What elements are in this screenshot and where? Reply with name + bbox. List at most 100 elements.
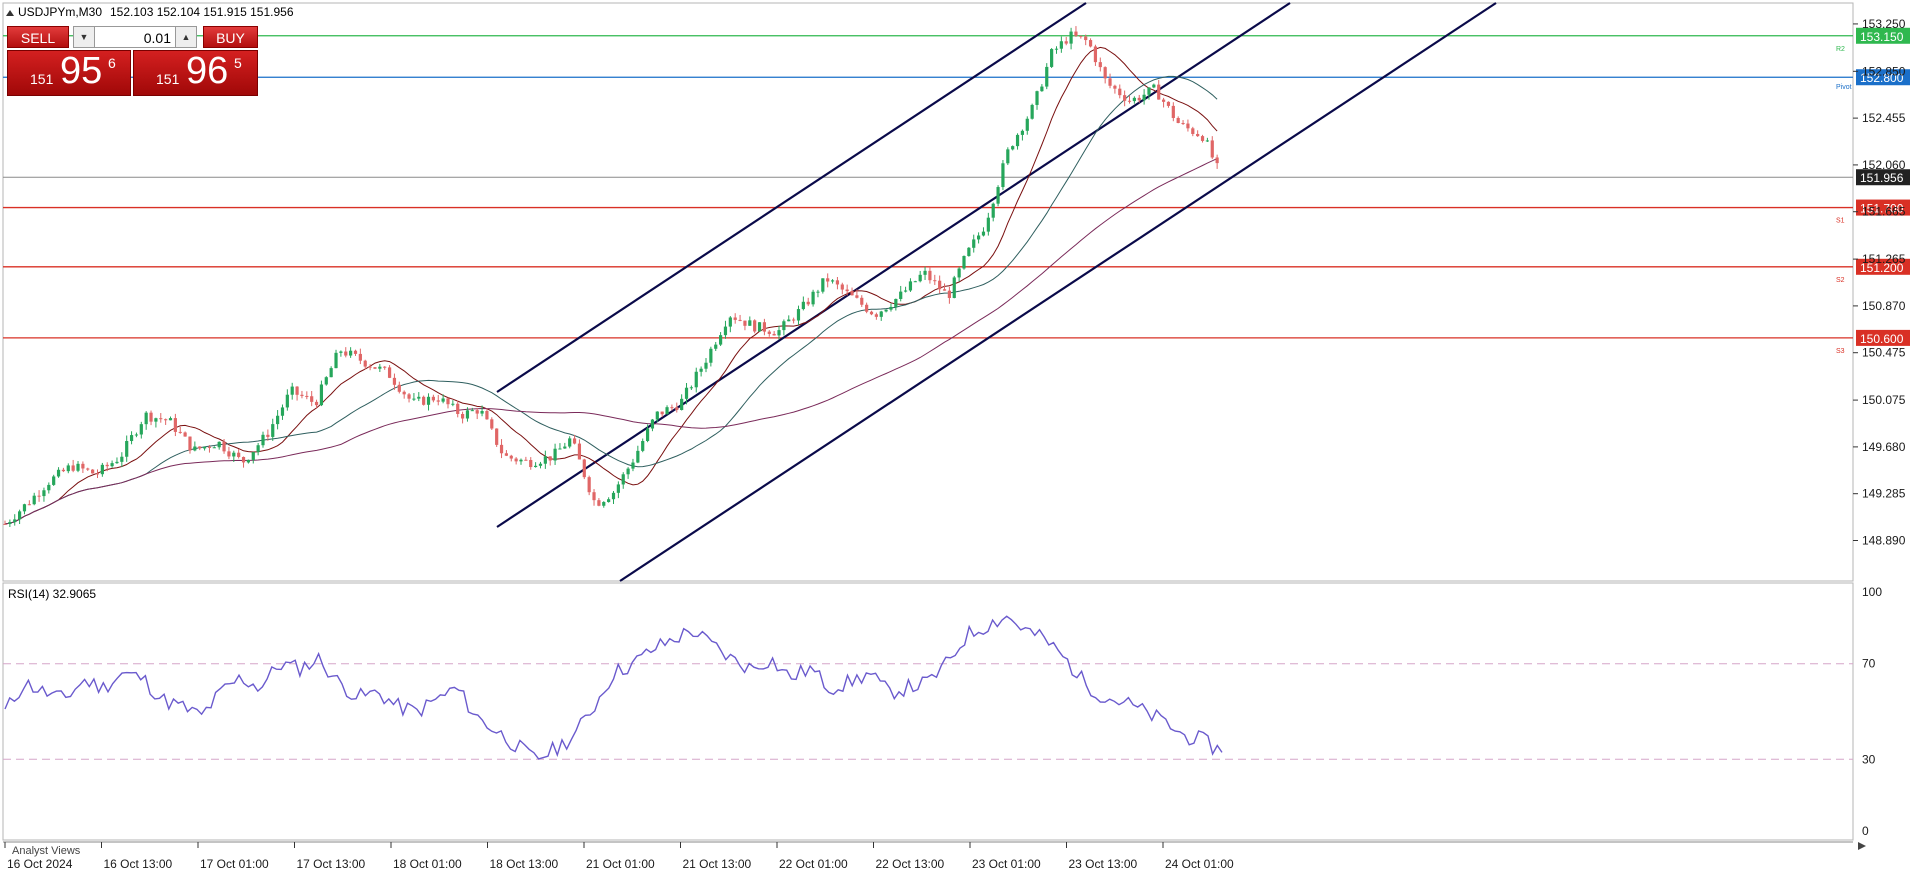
ohlc-label: 152.103 152.104 151.915 151.956 [110, 5, 294, 19]
candle-body [397, 384, 401, 392]
candle-body [383, 366, 387, 368]
candle-body [996, 187, 1000, 204]
candle-body [300, 394, 304, 396]
candle-body [1050, 49, 1054, 67]
candle-body [631, 462, 635, 469]
candle-body [8, 522, 12, 525]
level-name-s3: S3 [1836, 348, 1845, 355]
candle-body [1147, 87, 1151, 95]
candle-body [826, 278, 830, 282]
candle-body [942, 289, 947, 291]
time-axis: 16 Oct 2024 16 Oct 13:00 17 Oct 01:00 17 Oc… [4, 842, 1234, 871]
candle-body [378, 366, 382, 369]
candle-body [1186, 123, 1190, 129]
candle-body [801, 301, 805, 310]
candle-body [71, 465, 75, 471]
candle-body [134, 434, 139, 436]
time-tick-label: 24 Oct 01:00 [1165, 857, 1234, 871]
candle-body [645, 428, 650, 442]
candle-body [816, 291, 820, 293]
scroll-right-icon[interactable] [1858, 842, 1866, 850]
candle-body [869, 311, 874, 315]
candle-body [446, 398, 450, 405]
candle-body [422, 396, 426, 405]
time-tick-label: 22 Oct 13:00 [876, 857, 945, 871]
candle-body [392, 377, 397, 385]
candle-body [1035, 91, 1039, 105]
candle-body [884, 309, 888, 312]
buy-button[interactable]: BUY [203, 26, 258, 48]
candle-body [879, 311, 883, 317]
candle-body [222, 441, 226, 452]
lot-increase-button[interactable]: ▲ [175, 26, 197, 48]
candle-body [280, 407, 285, 416]
candle-body [1210, 140, 1214, 158]
candle-body [952, 277, 956, 298]
candle-body [324, 377, 328, 385]
one-click-trading-panel: SELL ▼ 0.01 ▲ BUY 151 95 6 151 96 5 [7, 26, 258, 96]
candle-body [1084, 36, 1088, 41]
candle-body [718, 335, 723, 345]
candle-body [704, 362, 708, 369]
candle-body [1020, 130, 1025, 135]
candle-body [387, 367, 392, 378]
buy-price-box[interactable]: 151 96 5 [133, 50, 258, 96]
candle-body [363, 360, 367, 367]
candle-body [465, 410, 470, 419]
candle-body [1215, 157, 1219, 164]
candle-body [1025, 118, 1029, 131]
candle-body [1166, 101, 1171, 106]
candle-body [86, 468, 90, 470]
candle-body [42, 490, 46, 497]
candle-body [558, 448, 562, 450]
candle-body [81, 463, 85, 469]
candle-body [743, 320, 747, 326]
candle-body [76, 463, 80, 471]
candle-body [339, 351, 343, 353]
candle-body [938, 280, 942, 290]
candle-body [1200, 136, 1205, 141]
candle-body [159, 418, 163, 420]
candle-body [1152, 84, 1156, 88]
candle-body [568, 438, 572, 447]
candle-body [198, 446, 202, 449]
rsi-tick-label: 0 [1862, 824, 1869, 838]
candle-body [694, 371, 698, 388]
rsi-tick-label: 100 [1862, 585, 1882, 599]
candle-body [1093, 46, 1098, 63]
candle-body [485, 411, 489, 420]
sell-button[interactable]: SELL [7, 26, 69, 48]
candle-body [621, 474, 625, 485]
sell-price-box[interactable]: 151 95 6 [7, 50, 131, 96]
time-tick-label: 17 Oct 13:00 [297, 857, 366, 871]
price-tick-label: 149.680 [1862, 440, 1906, 454]
candle-body [164, 419, 168, 421]
level-name-s1: S1 [1836, 218, 1845, 225]
candle-body [792, 319, 796, 321]
candle-body [636, 450, 640, 463]
analyst-views-label[interactable]: Analyst Views [12, 845, 81, 857]
candle-body [441, 398, 445, 402]
candle-body [334, 352, 338, 369]
candle-body [232, 452, 236, 457]
candle-body [1118, 88, 1122, 96]
candle-body [957, 268, 961, 278]
candle-body [1059, 41, 1063, 49]
candle-body [470, 410, 474, 412]
candle-body [806, 301, 810, 305]
level-name-r2: R2 [1836, 46, 1845, 53]
candle-body [723, 326, 728, 336]
candle-body [903, 290, 908, 292]
candle-body [607, 499, 611, 503]
candle-body [149, 412, 153, 422]
candle-body [655, 411, 659, 420]
candle-body [972, 239, 976, 248]
lot-size-input[interactable]: 0.01 [95, 26, 175, 48]
candle-body [13, 519, 17, 523]
lot-decrease-button[interactable]: ▼ [73, 26, 95, 48]
candle-body [188, 436, 192, 451]
candle-body [1171, 105, 1175, 118]
candle-body [173, 418, 177, 432]
time-tick-label: 17 Oct 01:00 [200, 857, 269, 871]
candle-body [923, 270, 927, 275]
